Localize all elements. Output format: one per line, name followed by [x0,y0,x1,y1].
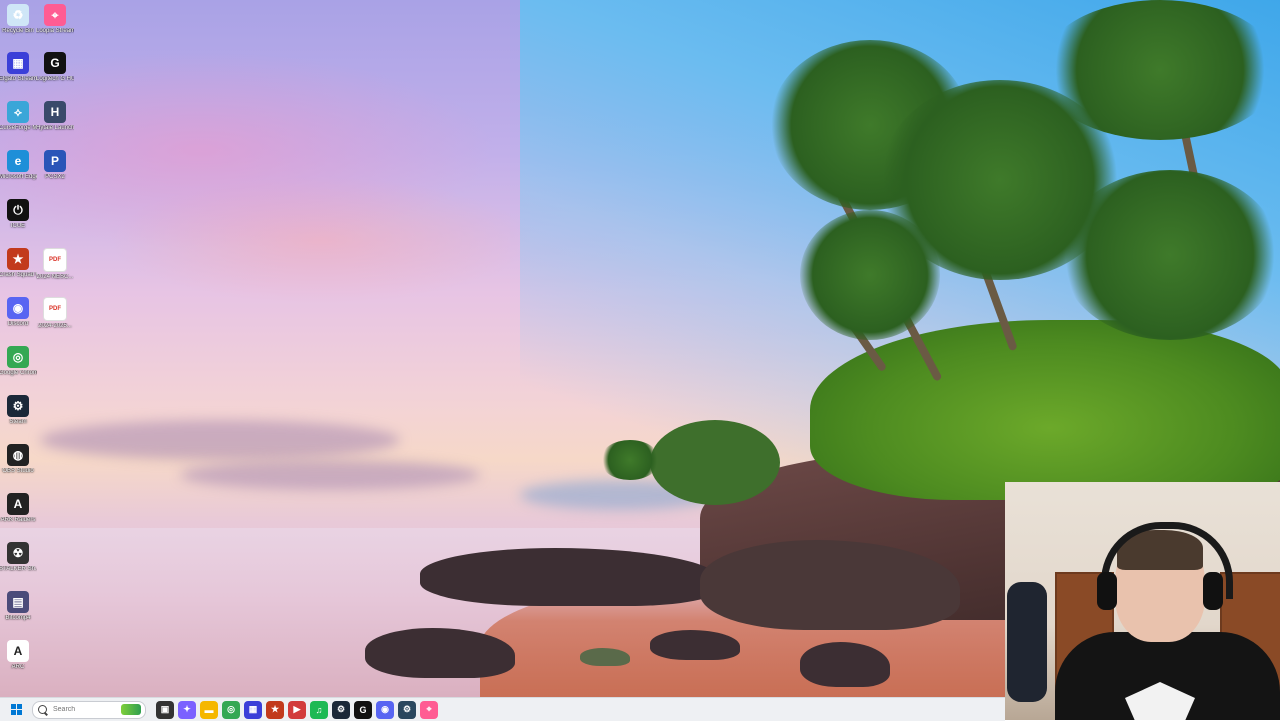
stream-deck-icon[interactable]: ▦ [244,700,262,719]
location-pin-icon: ⌖ [44,4,66,26]
video-file-icon: ▤ [7,591,29,613]
desktop-icon-label: Loopia Stream [36,28,74,34]
copilot-icon[interactable]: ✦ [178,700,196,719]
desktop-icon-label: OBS Studio [2,468,34,474]
webcam-microphone [1007,582,1047,702]
wallpaper-cloud [40,420,400,460]
taskbar-search-box[interactable] [32,700,146,719]
desktop-icon[interactable]: G Logitech G HUB [36,52,74,83]
desktop-icon[interactable]: ⌖ Loopia Stream [36,4,74,35]
logitech-g-icon: G [44,52,66,74]
pdf-icon: PDF [43,297,67,321]
desktop-icon-label: Crash Squad Crapparamon [0,272,37,278]
desktop-icon[interactable]: A ARC [0,640,36,671]
pdf-icon: PDF [43,248,67,272]
desktop-icon-label: Recycle Bin [2,28,34,34]
wallpaper-palm-crown [800,210,940,340]
search-icon [38,705,47,714]
webcam-overlay [1005,482,1280,720]
wallpaper-rock [650,630,740,660]
desktop-icon[interactable]: ▦ Elgato Stream Deck [0,52,37,83]
taskbar-pinned-apps: ▣ ✦ ▬ ◎ ▦ ★ ▶ ♫ ⚙ G ◉ ⚙ ⌖ [152,700,438,719]
chrome-icon[interactable]: ◎ [222,700,240,719]
edge-icon: e [7,150,29,172]
icue-icon: ⏻ [7,199,29,221]
desktop-icon[interactable]: ☢ STALKER Sh... of Chern... [0,542,37,573]
obs-icon: ◍ [7,444,29,466]
desktop-icon-label: Google Chrome [0,370,37,376]
taskbar: ▣✦▬◎▦★▶♫⚙G◉⚙⌖ [0,697,1005,721]
file-explorer-icon[interactable]: ▬ [200,700,218,719]
chrome-icon: ◎ [7,346,29,368]
desktop-icon-label: Hytale Launcher [36,125,74,131]
game-icon: ★ [7,248,29,270]
wallpaper-palm-crown [600,440,660,480]
desktop-icon-label: Steam [9,419,27,425]
desktop-icon-label: ICUE [10,223,26,229]
desktop-icon-label: 2024 NESC... [36,274,74,280]
desktop-icon[interactable]: ◉ Discord [0,297,36,328]
desktop-icon[interactable]: ⚙ Steam [0,395,36,426]
desktop-icon-label: Logitech G HUB [36,76,74,82]
desktop-icon-label: CurseForge MOD Manager [0,125,37,131]
webcam-earcup [1203,572,1223,610]
discord-icon: ◉ [7,297,29,319]
desktop-icon[interactable]: ◍ OBS Studio [0,444,36,475]
desktop-icon[interactable]: e Microsoft Edge [0,150,37,181]
hytale-icon: H [44,101,66,123]
desktop-icon[interactable]: ⟡ CurseForge MOD Manager [0,101,37,132]
desktop-icon-label: ARC [11,664,25,670]
media-icon[interactable]: ▶ [288,700,306,719]
steam-icon[interactable]: ⚙ [398,700,416,719]
spotify-icon[interactable]: ♫ [310,700,328,719]
desktop-icon[interactable]: ★ Crash Squad Crapparamon [0,248,37,279]
desktop-icon-label: Elgato Stream Deck [0,76,37,82]
pcsx2-icon: P [44,150,66,172]
taskbar-search-input[interactable] [51,705,125,714]
desktop-icon[interactable]: A ARK Raiders [0,493,36,524]
desktop-icon[interactable]: PDF 2024 NESC... [37,248,73,281]
wallpaper-rock [580,648,630,666]
windows-logo-icon [10,704,22,715]
curseforge-icon: ⟡ [7,101,29,123]
desktop-icon[interactable]: H Hytale Launcher [36,101,74,132]
wallpaper-cloud [180,460,480,490]
wallpaper-foliage [810,320,1280,500]
location-pin-icon[interactable]: ⌖ [420,700,438,719]
wallpaper-trees [650,420,780,505]
desktop-icon-label: 2024-2025... [38,323,72,329]
desktop-icon-label: PCSX2 [45,174,65,180]
desktop-icon-label: Microsoft Edge [0,174,37,180]
desktop-icon[interactable]: ◎ Google Chrome [0,346,37,377]
start-button[interactable] [4,698,28,721]
desktop-icon[interactable]: ♻ Recycle Bin [0,4,36,35]
steam-icon: ⚙ [7,395,29,417]
desktop-icon-label: Discord [7,321,29,327]
wallpaper-palm-crown [1060,170,1280,340]
logitech-g-icon[interactable]: G [354,700,372,719]
recycle-bin-icon: ♻ [7,4,29,26]
stream-deck-icon: ▦ [7,52,29,74]
desktop-icon[interactable]: P PCSX2 [37,150,73,181]
desktop-icon[interactable]: ▤ Bitcomp4 [0,591,36,622]
game-icon[interactable]: ★ [266,700,284,719]
arc-icon: A [7,640,29,662]
desktop-icon[interactable]: ⏻ ICUE [0,199,36,230]
arc-raiders-icon: A [7,493,29,515]
wallpaper-palm-crown [1040,0,1280,140]
stalker-icon: ☢ [7,542,29,564]
webcam-earcup [1097,572,1117,610]
task-view-icon[interactable]: ▣ [156,700,174,719]
desktop-icon[interactable]: PDF 2024-2025... [37,297,73,330]
desktop-icon-label: ARK Raiders [0,517,36,523]
search-highlight-icon [121,703,141,715]
desktop-icon-label: STALKER Sh... of Chern... [0,566,37,572]
desktop-icon-label: Bitcomp4 [5,615,31,621]
discord-icon[interactable]: ◉ [376,700,394,719]
steam-icon[interactable]: ⚙ [332,700,350,719]
